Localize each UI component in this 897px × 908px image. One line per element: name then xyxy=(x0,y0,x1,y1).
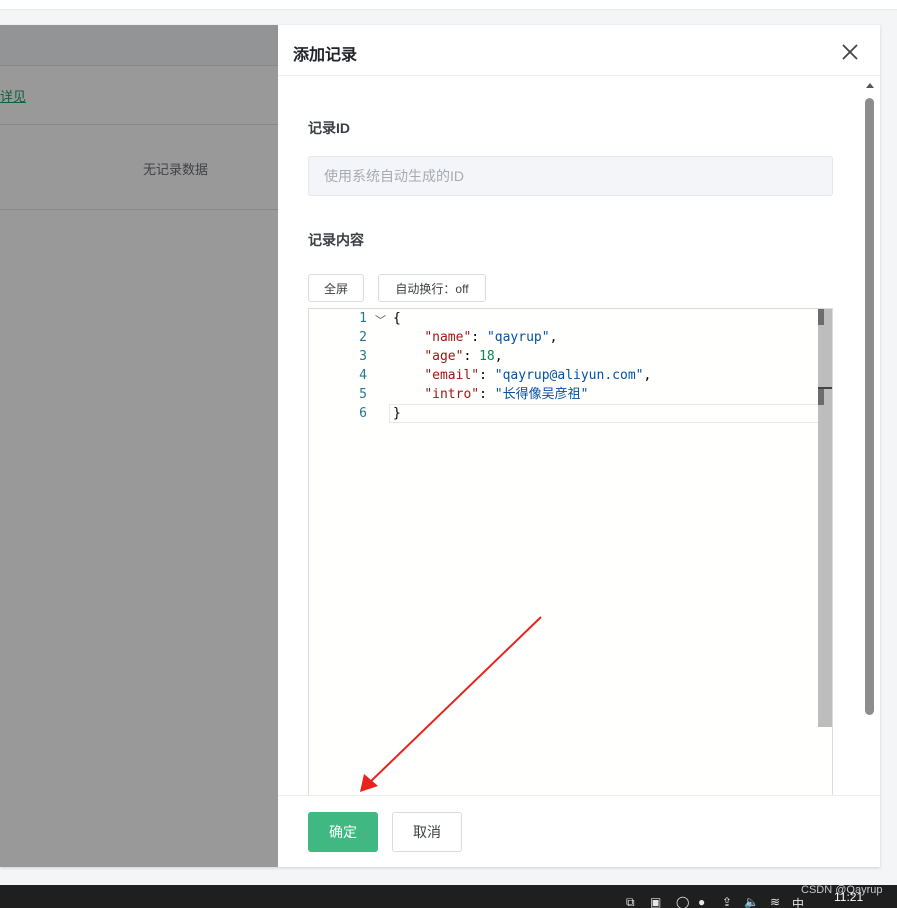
line-number: 3 xyxy=(359,349,367,364)
record-id-input[interactable] xyxy=(308,156,833,196)
editor-line[interactable]: 3 "age": 18, xyxy=(309,347,829,366)
usb-icon[interactable]: ⇪ xyxy=(722,895,732,908)
json-key: "name" xyxy=(424,330,472,345)
json-punctuation: , xyxy=(494,349,503,364)
json-punctuation: , xyxy=(549,330,558,345)
json-string: "长得像吴彦祖" xyxy=(494,387,589,402)
editor-scrollbar-thumb[interactable] xyxy=(818,309,824,325)
json-punctuation xyxy=(393,387,424,402)
top-bar xyxy=(0,0,897,10)
record-content-label: 记录内容 xyxy=(308,232,364,248)
add-record-drawer: 添加记录 记录ID 记录内容 全屏 自动换行：off 1﹀{2 "name": … xyxy=(278,25,880,867)
line-number: 2 xyxy=(359,330,367,345)
fullscreen-button[interactable]: 全屏 xyxy=(308,274,364,302)
json-punctuation: , xyxy=(643,368,652,383)
drawer-footer: 确定 取消 xyxy=(278,795,880,867)
ime-indicator[interactable]: 中 xyxy=(792,895,804,908)
json-key: "intro" xyxy=(424,387,480,402)
json-punctuation: } xyxy=(393,406,401,421)
json-key: "age" xyxy=(424,349,464,364)
json-punctuation xyxy=(393,368,424,383)
app-icon[interactable]: ▣ xyxy=(650,895,661,908)
taskbar-clock[interactable]: 11:21 xyxy=(834,890,863,904)
editor-line[interactable]: 5 "intro": "长得像吴彦祖" xyxy=(309,385,829,404)
record-id-label: 记录ID xyxy=(308,120,350,136)
json-punctuation: : xyxy=(479,368,495,383)
drawer-title: 添加记录 xyxy=(293,47,358,64)
json-punctuation xyxy=(393,330,424,345)
taskbar xyxy=(0,885,897,908)
code-text: "age": 18, xyxy=(393,347,503,366)
json-punctuation xyxy=(393,349,424,364)
editor-line[interactable]: 6} xyxy=(309,404,829,423)
task-view-icon[interactable]: ⧉ xyxy=(626,895,635,908)
json-string: "qayrup" xyxy=(486,330,550,345)
line-number: 1 xyxy=(359,311,367,326)
json-punctuation: { xyxy=(393,311,401,326)
editor-line[interactable]: 1 ﹀{ xyxy=(309,309,829,328)
volume-icon[interactable]: 🔈 xyxy=(744,895,759,908)
code-text: "email": "qayrup@aliyun.com", xyxy=(393,366,651,385)
wechat-icon[interactable]: ● xyxy=(698,895,705,908)
code-text: "intro": "长得像吴彦祖" xyxy=(393,385,588,404)
editor-line[interactable]: 2 "name": "qayrup", xyxy=(309,328,829,347)
line-number: 5 xyxy=(359,387,367,402)
json-number: 18 xyxy=(479,349,495,364)
code-text: "name": "qayrup", xyxy=(393,328,557,347)
json-editor[interactable]: 1 ﹀{2 "name": "qayrup", 3 "age": 18, 4 "ema… xyxy=(308,308,833,798)
json-punctuation: : xyxy=(479,387,495,402)
drawer-scrollbar-thumb[interactable] xyxy=(865,98,874,715)
editor-scrollbar[interactable] xyxy=(818,309,832,727)
code-text: } xyxy=(393,404,401,423)
json-key: "email" xyxy=(424,368,480,383)
drawer-header: 添加记录 xyxy=(278,25,880,76)
qq-icon[interactable]: ◯ xyxy=(676,895,689,908)
json-punctuation: : xyxy=(463,349,480,364)
line-number: 4 xyxy=(359,368,367,383)
cancel-button[interactable]: 取消 xyxy=(392,812,462,852)
json-punctuation: : xyxy=(471,330,487,345)
json-string: "qayrup@aliyun.com" xyxy=(494,368,644,383)
modal-overlay[interactable] xyxy=(0,25,278,867)
close-icon[interactable] xyxy=(838,40,862,64)
line-number: 6 xyxy=(359,406,367,421)
scroll-up-arrow-icon[interactable] xyxy=(866,83,874,88)
word-wrap-toggle[interactable]: 自动换行：off xyxy=(378,274,486,302)
code-text: { xyxy=(393,309,401,328)
editor-line[interactable]: 4 "email": "qayrup@aliyun.com", xyxy=(309,366,829,385)
editor-overview-ruler-marker xyxy=(818,389,824,405)
confirm-button[interactable]: 确定 xyxy=(308,812,378,852)
wifi-icon[interactable]: ≋ xyxy=(770,895,780,908)
